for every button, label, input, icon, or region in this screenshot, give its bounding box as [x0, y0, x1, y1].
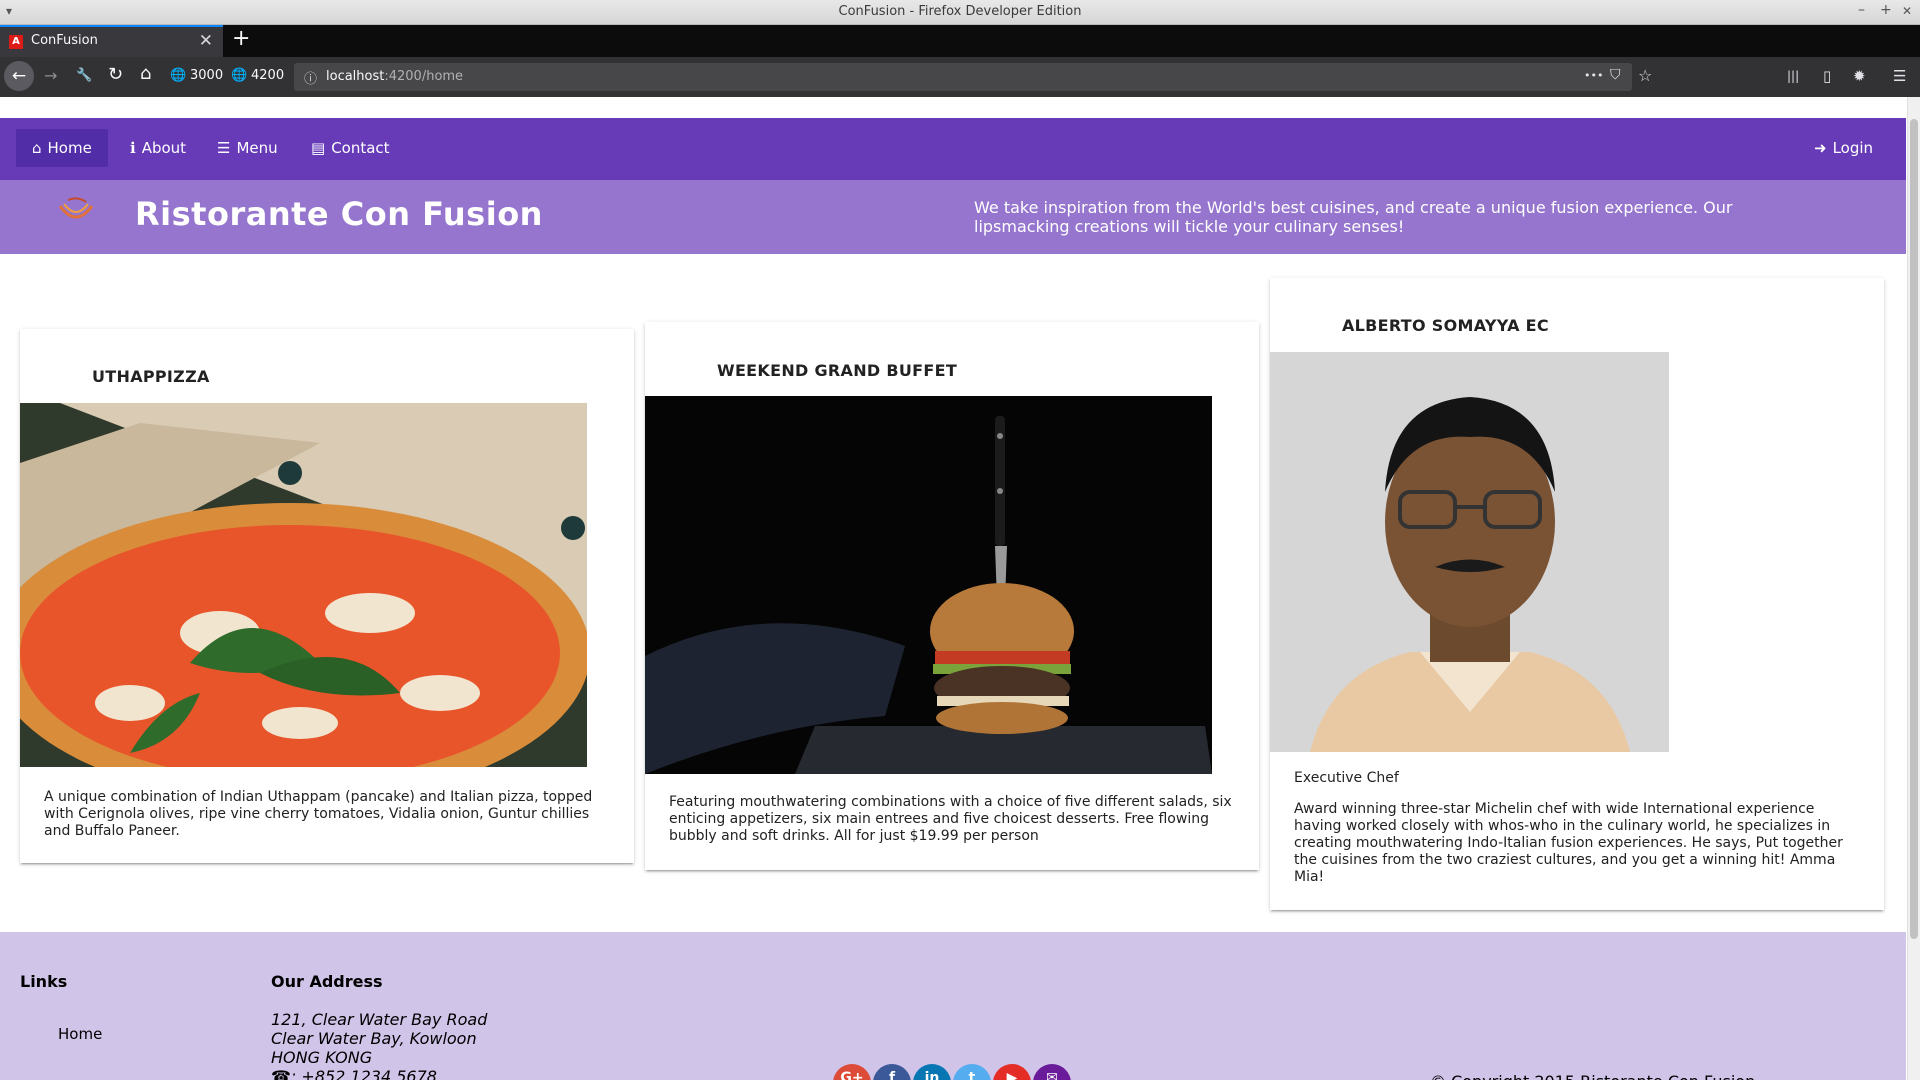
reload-button[interactable]: ↻ — [108, 64, 123, 85]
site-info-icon[interactable]: ⓘ — [304, 68, 317, 87]
nav-home[interactable]: ⌂ Home — [16, 129, 108, 167]
url-host: localhost — [326, 69, 385, 84]
phone-number: : +852 1234 5678 — [290, 1067, 437, 1080]
nav-about[interactable]: ℹ About — [114, 129, 202, 167]
nav-menu-label: Menu — [236, 139, 278, 157]
maximize-button[interactable]: + — [1880, 2, 1892, 18]
info-icon: ℹ — [130, 139, 136, 157]
library-icon[interactable]: ||| — [1787, 69, 1799, 83]
url-text[interactable]: localhost:4200/home — [326, 69, 463, 84]
sidebar-icon[interactable]: ▯ — [1823, 67, 1831, 85]
browser-tab-confusion[interactable]: A ConFusion ✕ — [0, 25, 223, 57]
login-button[interactable]: ➜ Login — [1798, 129, 1889, 167]
footer-link-home[interactable]: Home — [58, 1025, 102, 1043]
chef-portrait-image — [1270, 352, 1669, 752]
url-bar[interactable]: ⓘ localhost:4200/home ••• ⛉ ☆ — [294, 63, 1652, 91]
pizza-image — [20, 403, 587, 767]
nav-contact[interactable]: ▤ Contact — [295, 129, 406, 167]
restaurant-name: Ristorante Con Fusion — [135, 195, 543, 233]
extension-icon[interactable]: ✹ — [1853, 67, 1866, 85]
hamburger-menu-icon[interactable]: ☰ — [1893, 67, 1906, 85]
featured-dish-card: UTHAPPIZZA A unique combination of India… — [20, 329, 634, 863]
home-button[interactable]: ⌂ — [140, 63, 151, 84]
home-icon: ⌂ — [32, 139, 42, 157]
dish-name: UTHAPPIZZA — [92, 367, 210, 386]
login-label: Login — [1832, 139, 1874, 157]
window-title: ConFusion - Firefox Developer Edition — [838, 4, 1082, 19]
promotion-name: WEEKEND GRAND BUFFET — [717, 361, 958, 380]
forward-button[interactable]: → — [44, 66, 57, 85]
tools-icon[interactable]: 🔧 — [76, 68, 92, 83]
phone-icon: ☎ — [271, 1067, 291, 1080]
address-card-icon: ▤ — [311, 139, 326, 157]
page-viewport: ⌂ Home ℹ About ☰ Menu ▤ Contact ➜ Login Risto… — [0, 97, 1920, 1080]
close-tab-icon[interactable]: ✕ — [199, 31, 213, 51]
copyright-text: © Copyright 2015 Ristorante Con Fusion — [1430, 1072, 1755, 1080]
pocket-icon[interactable]: ⛉ — [1610, 67, 1621, 83]
minimize-button[interactable]: – — [1858, 2, 1865, 18]
scrollbar-thumb[interactable] — [1910, 119, 1918, 939]
globe-icon: 🌐 — [170, 68, 187, 83]
url-path: :4200/home — [384, 69, 464, 84]
back-button[interactable]: ← — [4, 61, 34, 91]
sign-in-icon: ➜ — [1814, 139, 1827, 157]
leader-name: ALBERTO SOMAYYA EC — [1342, 316, 1549, 335]
nav-contact-label: Contact — [331, 139, 390, 157]
jumbotron: Ristorante Con Fusion We take inspiratio… — [0, 180, 1906, 254]
close-window-button[interactable]: ✕ — [1902, 4, 1912, 18]
page-actions-icon[interactable]: ••• — [1584, 69, 1603, 82]
restaurant-logo-icon — [58, 197, 94, 219]
address-line-3: HONG KONG — [271, 1048, 373, 1067]
window-titlebar: ▾ ConFusion - Firefox Developer Edition … — [0, 0, 1920, 25]
browser-toolbar: ← → 🔧 ↻ ⌂ 🌐 3000 🌐 4200 ⓘ localhost:4200… — [0, 57, 1920, 98]
address-heading: Our Address — [271, 972, 383, 991]
tab-title: ConFusion — [31, 33, 98, 48]
port-3000-bookmark[interactable]: 3000 — [190, 68, 223, 83]
buffet-burger-image — [645, 396, 1212, 774]
leader-designation: Executive Chef — [1294, 770, 1399, 786]
bookmark-star-icon[interactable]: ☆ — [1638, 66, 1652, 85]
address-line-1: 121, Clear Water Bay Road — [271, 1010, 488, 1029]
restaurant-tagline: We take inspiration from the World's bes… — [974, 198, 1733, 236]
featured-promotion-card: WEEKEND GRAND BUFFET Featuring mouthwate… — [645, 322, 1259, 870]
links-heading: Links — [20, 972, 68, 991]
address-block: 121, Clear Water Bay Road Clear Water Ba… — [271, 1010, 487, 1080]
port-4200-bookmark[interactable]: 4200 — [251, 68, 284, 83]
dish-description: A unique combination of Indian Uthappam … — [44, 789, 593, 839]
nav-menu[interactable]: ☰ Menu — [201, 129, 294, 167]
address-line-2: Clear Water Bay, Kowloon — [271, 1029, 477, 1048]
angular-favicon-icon: A — [9, 35, 23, 49]
list-icon: ☰ — [217, 139, 231, 157]
leader-description: Award winning three-star Michelin chef w… — [1294, 801, 1843, 885]
page-scrollbar[interactable] — [1907, 97, 1920, 1080]
nav-home-label: Home — [47, 139, 92, 157]
tab-strip: A ConFusion ✕ + — [0, 25, 1920, 57]
address-phone: ☎: +852 1234 5678 — [271, 1067, 487, 1080]
promotion-description: Featuring mouthwatering combinations wit… — [669, 794, 1232, 844]
footer: Links Home Our Address 121, Clear Water … — [0, 932, 1906, 1080]
nav-about-label: About — [141, 139, 187, 157]
globe-icon: 🌐 — [231, 68, 248, 83]
featured-leader-card: ALBERTO SOMAYYA EC Executive Chef Award … — [1270, 278, 1884, 910]
app-navbar: ⌂ Home ℹ About ☰ Menu ▤ Contact ➜ Login — [0, 118, 1906, 180]
new-tab-button[interactable]: + — [232, 26, 250, 51]
